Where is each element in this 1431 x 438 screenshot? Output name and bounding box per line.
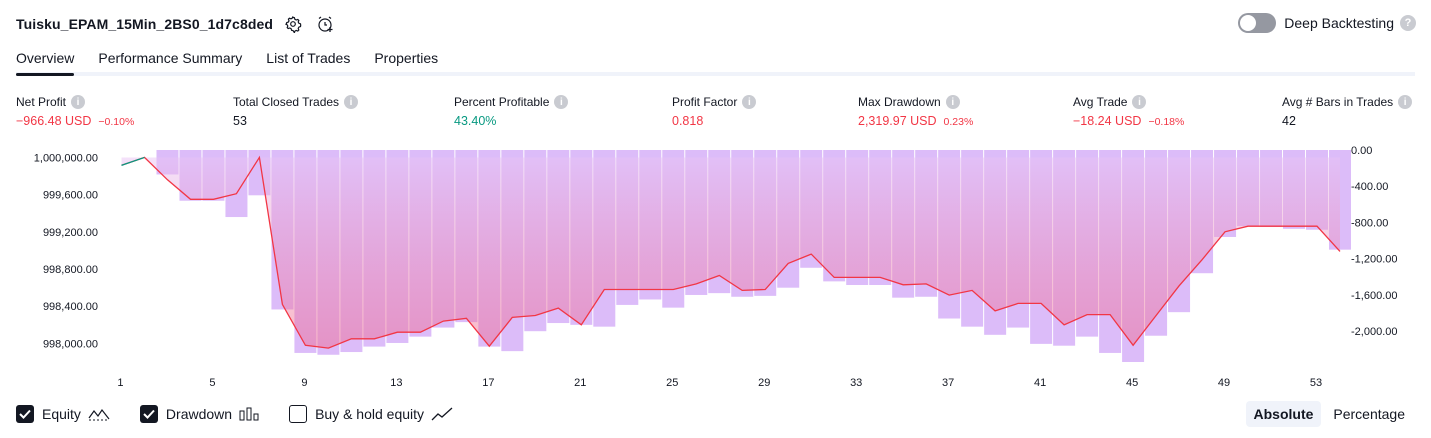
stat-net-profit: Net Profit i −966.48 USD −0.10% xyxy=(16,94,134,128)
stat-value: 2,319.97 USD xyxy=(858,114,937,128)
x-tick-label: 13 xyxy=(390,377,402,389)
y-left-tick-label: 998,000.00 xyxy=(43,338,98,350)
chart-legend: Equity Drawdown Buy & hold equity xyxy=(16,402,483,426)
bar-columns-icon xyxy=(239,407,259,421)
x-tick-label: 53 xyxy=(1310,377,1322,389)
y-right-tick-label: -1,200.00 xyxy=(1351,254,1397,266)
stat-value: 0.818 xyxy=(672,114,704,128)
y-left-tick-label: 999,200.00 xyxy=(43,227,98,239)
stat-label: Avg Trade xyxy=(1073,95,1128,109)
deep-backtesting: Deep Backtesting ? xyxy=(1238,13,1416,33)
line-chart-icon xyxy=(431,407,453,421)
info-icon[interactable]: i xyxy=(1398,95,1413,109)
stat-label: Percent Profitable xyxy=(454,95,550,109)
value-mode-switch: Absolute Percentage xyxy=(1242,401,1414,427)
x-tick-label: 5 xyxy=(209,377,215,389)
stat-label: Total Closed Trades xyxy=(233,95,340,109)
y-right-tick-label: -400.00 xyxy=(1351,181,1388,193)
equity-area-icon xyxy=(88,407,110,421)
stat-label: Net Profit xyxy=(16,95,67,109)
y-left-tick-label: 998,400.00 xyxy=(43,301,98,313)
tab-properties[interactable]: Properties xyxy=(374,44,438,72)
x-tick-label: 49 xyxy=(1218,377,1230,389)
x-axis: 1 5 9 13 17 21 25 29 33 37 41 45 49 53 xyxy=(117,377,1322,389)
stat-label: Avg # Bars in Trades xyxy=(1282,95,1394,109)
deep-backtesting-toggle[interactable] xyxy=(1238,13,1277,33)
x-tick-label: 1 xyxy=(117,377,123,389)
y-right-tick-label: 0.00 xyxy=(1351,145,1372,157)
stat-value: −966.48 USD xyxy=(16,114,92,128)
stat-avg-trade: Avg Trade i −18.24 USD −0.18% xyxy=(1073,94,1184,128)
legend-label: Drawdown xyxy=(165,406,233,422)
legend-drawdown[interactable]: Drawdown xyxy=(139,405,259,423)
stat-percent-profitable: Percent Profitable i 43.40% xyxy=(454,94,569,128)
legend-equity[interactable]: Equity xyxy=(16,405,110,423)
legend-buy-hold[interactable]: Buy & hold equity xyxy=(289,405,453,423)
info-icon[interactable]: i xyxy=(1132,95,1147,109)
y-axis-right: 0.00 -400.00 -800.00 -1,200.00 -1,600.00 -2,0… xyxy=(1351,145,1397,338)
absolute-button[interactable]: Absolute xyxy=(1245,401,1322,427)
tab-bar: Overview Performance Summary List of Tra… xyxy=(16,44,1415,76)
deep-backtesting-label: Deep Backtesting xyxy=(1284,15,1394,31)
stat-value: −18.24 USD xyxy=(1073,114,1142,128)
x-tick-label: 29 xyxy=(758,377,770,389)
x-tick-label: 37 xyxy=(942,377,954,389)
tab-performance-summary[interactable]: Performance Summary xyxy=(98,44,242,72)
drawdown-checkbox[interactable] xyxy=(139,405,158,423)
stat-total-closed-trades: Total Closed Trades i 53 xyxy=(233,94,359,128)
stat-profit-factor: Profit Factor i 0.818 xyxy=(672,94,757,128)
toggle-knob xyxy=(1240,15,1257,31)
help-icon[interactable]: ? xyxy=(1400,15,1416,31)
x-tick-label: 33 xyxy=(850,377,862,389)
equity-drawdown-chart[interactable]: 1,000,000.00 999,600.00 999,200.00 998,800.… xyxy=(0,140,1431,398)
x-tick-label: 21 xyxy=(574,377,586,389)
info-icon[interactable]: i xyxy=(71,95,86,109)
header: Tuisku_EPAM_15Min_2BS0_1d7c8ded xyxy=(16,12,337,36)
stat-label: Max Drawdown xyxy=(858,95,941,109)
info-icon[interactable]: i xyxy=(742,95,757,109)
stat-value: 43.40% xyxy=(454,114,497,128)
stat-sub-value: 0.23% xyxy=(943,116,974,128)
buy-hold-checkbox[interactable] xyxy=(289,405,308,423)
x-tick-label: 45 xyxy=(1126,377,1138,389)
tab-list-of-trades[interactable]: List of Trades xyxy=(266,44,350,72)
x-tick-label: 17 xyxy=(482,377,494,389)
y-right-tick-label: -2,000.00 xyxy=(1351,326,1397,338)
y-axis-left: 1,000,000.00 999,600.00 999,200.00 998,800.… xyxy=(34,152,98,350)
stat-avg-bars: Avg # Bars in Trades i 42 xyxy=(1282,94,1413,128)
y-left-tick-label: 998,800.00 xyxy=(43,264,98,276)
tab-overview[interactable]: Overview xyxy=(16,44,75,76)
stat-sub-value: −0.10% xyxy=(98,116,135,128)
stat-value: 42 xyxy=(1282,114,1296,128)
legend-label: Equity xyxy=(42,406,81,422)
y-right-tick-label: -1,600.00 xyxy=(1351,290,1397,302)
x-tick-label: 25 xyxy=(666,377,678,389)
stat-label: Profit Factor xyxy=(672,95,738,109)
equity-checkbox[interactable] xyxy=(16,405,34,423)
y-left-tick-label: 1,000,000.00 xyxy=(34,152,98,164)
info-icon[interactable]: i xyxy=(554,95,569,109)
x-tick-label: 41 xyxy=(1034,377,1046,389)
stat-value: 53 xyxy=(233,114,247,128)
stat-max-drawdown: Max Drawdown i 2,319.97 USD 0.23% xyxy=(858,94,973,128)
info-icon[interactable]: i xyxy=(945,95,960,109)
y-right-tick-label: -800.00 xyxy=(1351,217,1388,229)
alarm-add-icon[interactable] xyxy=(313,12,337,36)
legend-label: Buy & hold equity xyxy=(315,406,425,422)
strategy-title: Tuisku_EPAM_15Min_2BS0_1d7c8ded xyxy=(16,16,274,32)
y-left-tick-label: 999,600.00 xyxy=(43,190,98,202)
stat-sub-value: −0.18% xyxy=(1148,116,1185,128)
x-tick-label: 9 xyxy=(301,377,307,389)
settings-icon[interactable] xyxy=(281,12,305,36)
percentage-button[interactable]: Percentage xyxy=(1325,401,1413,427)
info-icon[interactable]: i xyxy=(344,95,359,109)
